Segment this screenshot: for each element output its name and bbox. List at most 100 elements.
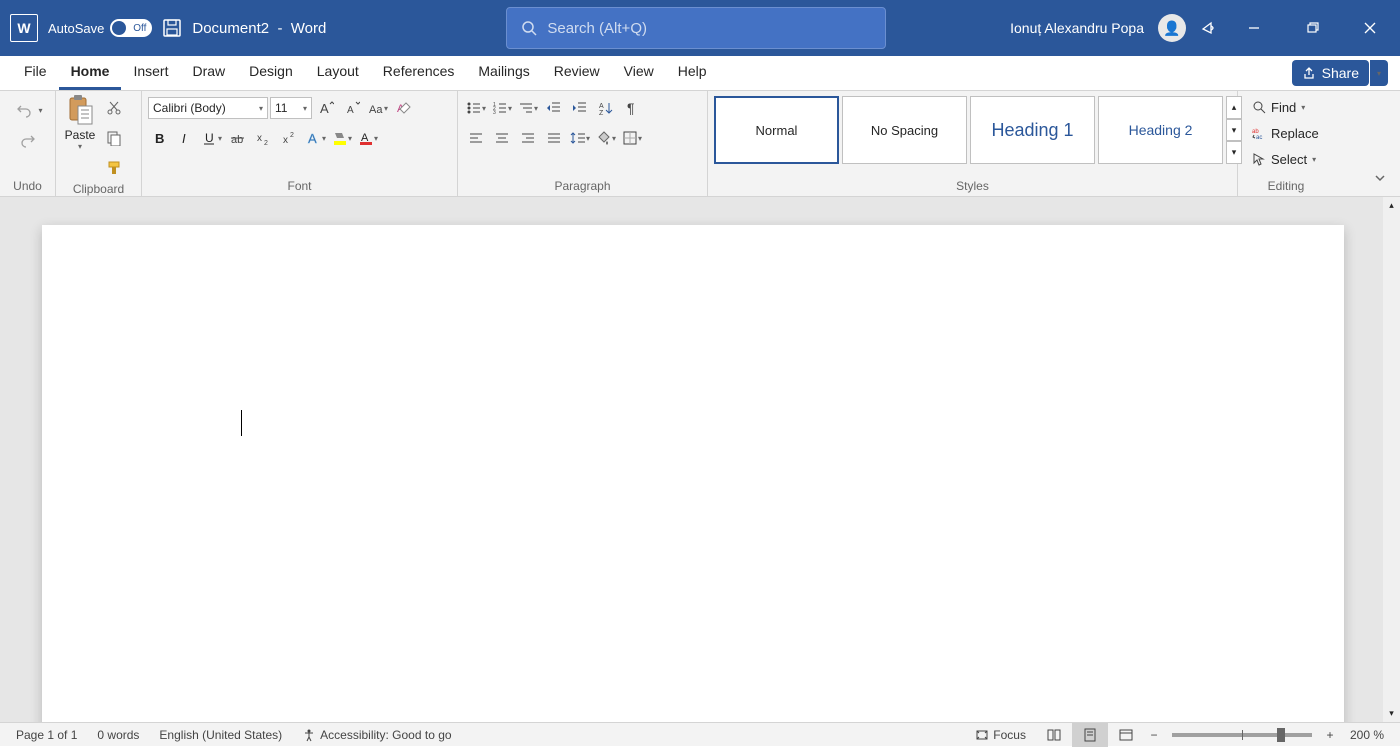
show-marks-button[interactable]: ¶ [620,96,644,120]
zoom-in-button[interactable]: + [1320,723,1340,747]
font-size-select[interactable]: 11▾ [270,97,312,119]
word-app-icon: W [10,14,38,42]
font-name-select[interactable]: Calibri (Body)▾ [148,97,268,119]
text-effects-button[interactable]: A▾ [304,126,328,150]
tab-home[interactable]: Home [59,56,122,90]
highlight-icon [332,130,348,146]
group-styles: Normal No Spacing Heading 1 Heading 2 ▴ … [708,91,1238,196]
line-spacing-icon [570,130,586,146]
tab-file[interactable]: File [12,56,59,90]
highlight-button[interactable]: ▾ [330,126,354,150]
line-spacing-button[interactable]: ▾ [568,126,592,150]
toggle-switch[interactable]: Off [110,19,152,37]
multilevel-list-button[interactable]: ▾ [516,96,540,120]
borders-button[interactable]: ▾ [620,126,644,150]
language-status[interactable]: English (United States) [149,723,292,746]
change-case-icon: Aa [368,100,384,116]
decrease-indent-button[interactable] [542,96,566,120]
user-name[interactable]: Ionuț Alexandru Popa [1010,20,1144,36]
italic-icon: I [178,130,194,146]
align-center-button[interactable] [490,126,514,150]
superscript-button[interactable]: x2 [278,126,302,150]
tab-layout[interactable]: Layout [305,56,371,90]
scroll-up-button[interactable]: ▴ [1383,197,1400,214]
bold-button[interactable]: B [148,126,172,150]
style-heading-2[interactable]: Heading 2 [1098,96,1223,164]
align-right-icon [520,130,536,146]
tab-insert[interactable]: Insert [121,56,180,90]
zoom-out-button[interactable]: − [1144,723,1164,747]
group-label-font: Font [146,177,453,196]
justify-icon [546,130,562,146]
tab-review[interactable]: Review [542,56,612,90]
redo-button[interactable] [16,128,40,152]
bullets-button[interactable]: ▾ [464,96,488,120]
vertical-scrollbar[interactable]: ▴ ▾ [1383,197,1400,722]
undo-dropdown[interactable]: ▾ [38,106,42,115]
zoom-thumb[interactable] [1277,728,1285,742]
copy-button[interactable] [102,126,126,150]
collapse-ribbon-button[interactable] [1368,166,1392,190]
format-painter-button[interactable] [102,156,126,180]
restore-button[interactable] [1290,8,1334,48]
coming-soon-button[interactable] [1200,19,1218,37]
style-normal[interactable]: Normal [714,96,839,164]
save-button[interactable] [162,18,182,38]
focus-mode-button[interactable]: Focus [965,728,1036,742]
scroll-track[interactable] [1383,214,1400,705]
font-color-button[interactable]: A▾ [356,126,380,150]
sort-button[interactable]: AZ [594,96,618,120]
close-icon [1363,21,1377,35]
tab-references[interactable]: References [371,56,467,90]
print-layout-button[interactable] [1072,723,1108,747]
minimize-button[interactable] [1232,8,1276,48]
read-mode-button[interactable] [1036,723,1072,747]
ribbon: ▾ Undo Paste ▾ [0,91,1400,197]
svg-text:2: 2 [264,140,268,146]
tab-view[interactable]: View [612,56,666,90]
strikethrough-button[interactable]: ab [226,126,250,150]
share-button[interactable]: Share [1292,60,1369,86]
minimize-icon [1247,21,1261,35]
undo-button[interactable] [12,98,36,122]
group-label-paragraph: Paragraph [462,177,703,196]
grow-font-button[interactable]: A [314,96,338,120]
change-case-button[interactable]: Aa▾ [366,96,390,120]
increase-indent-button[interactable] [568,96,592,120]
share-dropdown[interactable]: ▾ [1370,60,1388,86]
tab-draw[interactable]: Draw [180,56,237,90]
zoom-slider[interactable] [1172,733,1312,737]
select-button[interactable]: Select ▾ [1248,148,1323,170]
underline-button[interactable]: U▾ [200,126,224,150]
web-layout-button[interactable] [1108,723,1144,747]
document-page[interactable] [42,225,1344,722]
tab-mailings[interactable]: Mailings [466,56,541,90]
svg-text:I: I [182,131,186,146]
autosave-toggle[interactable]: AutoSave Off [48,19,152,37]
accessibility-status[interactable]: Accessibility: Good to go [292,723,461,746]
style-no-spacing[interactable]: No Spacing [842,96,967,164]
replace-button[interactable]: abac Replace [1248,122,1323,144]
clear-formatting-button[interactable]: A [392,96,416,120]
search-input[interactable]: Search (Alt+Q) [506,7,886,49]
align-left-button[interactable] [464,126,488,150]
italic-button[interactable]: I [174,126,198,150]
cut-button[interactable] [102,96,126,120]
numbering-button[interactable]: 123▾ [490,96,514,120]
close-button[interactable] [1348,8,1392,48]
align-right-button[interactable] [516,126,540,150]
shading-button[interactable]: ▾ [594,126,618,150]
shrink-font-button[interactable]: A [340,96,364,120]
tab-design[interactable]: Design [237,56,305,90]
zoom-level[interactable]: 200 % [1340,728,1394,742]
style-heading-1[interactable]: Heading 1 [970,96,1095,164]
word-count[interactable]: 0 words [87,723,149,746]
subscript-button[interactable]: x2 [252,126,276,150]
user-avatar[interactable]: 👤 [1158,14,1186,42]
find-button[interactable]: Find ▾ [1248,96,1323,118]
tab-help[interactable]: Help [666,56,719,90]
scroll-down-button[interactable]: ▾ [1383,705,1400,722]
page-info[interactable]: Page 1 of 1 [6,723,87,746]
paste-button[interactable]: Paste ▾ [60,94,100,151]
justify-button[interactable] [542,126,566,150]
